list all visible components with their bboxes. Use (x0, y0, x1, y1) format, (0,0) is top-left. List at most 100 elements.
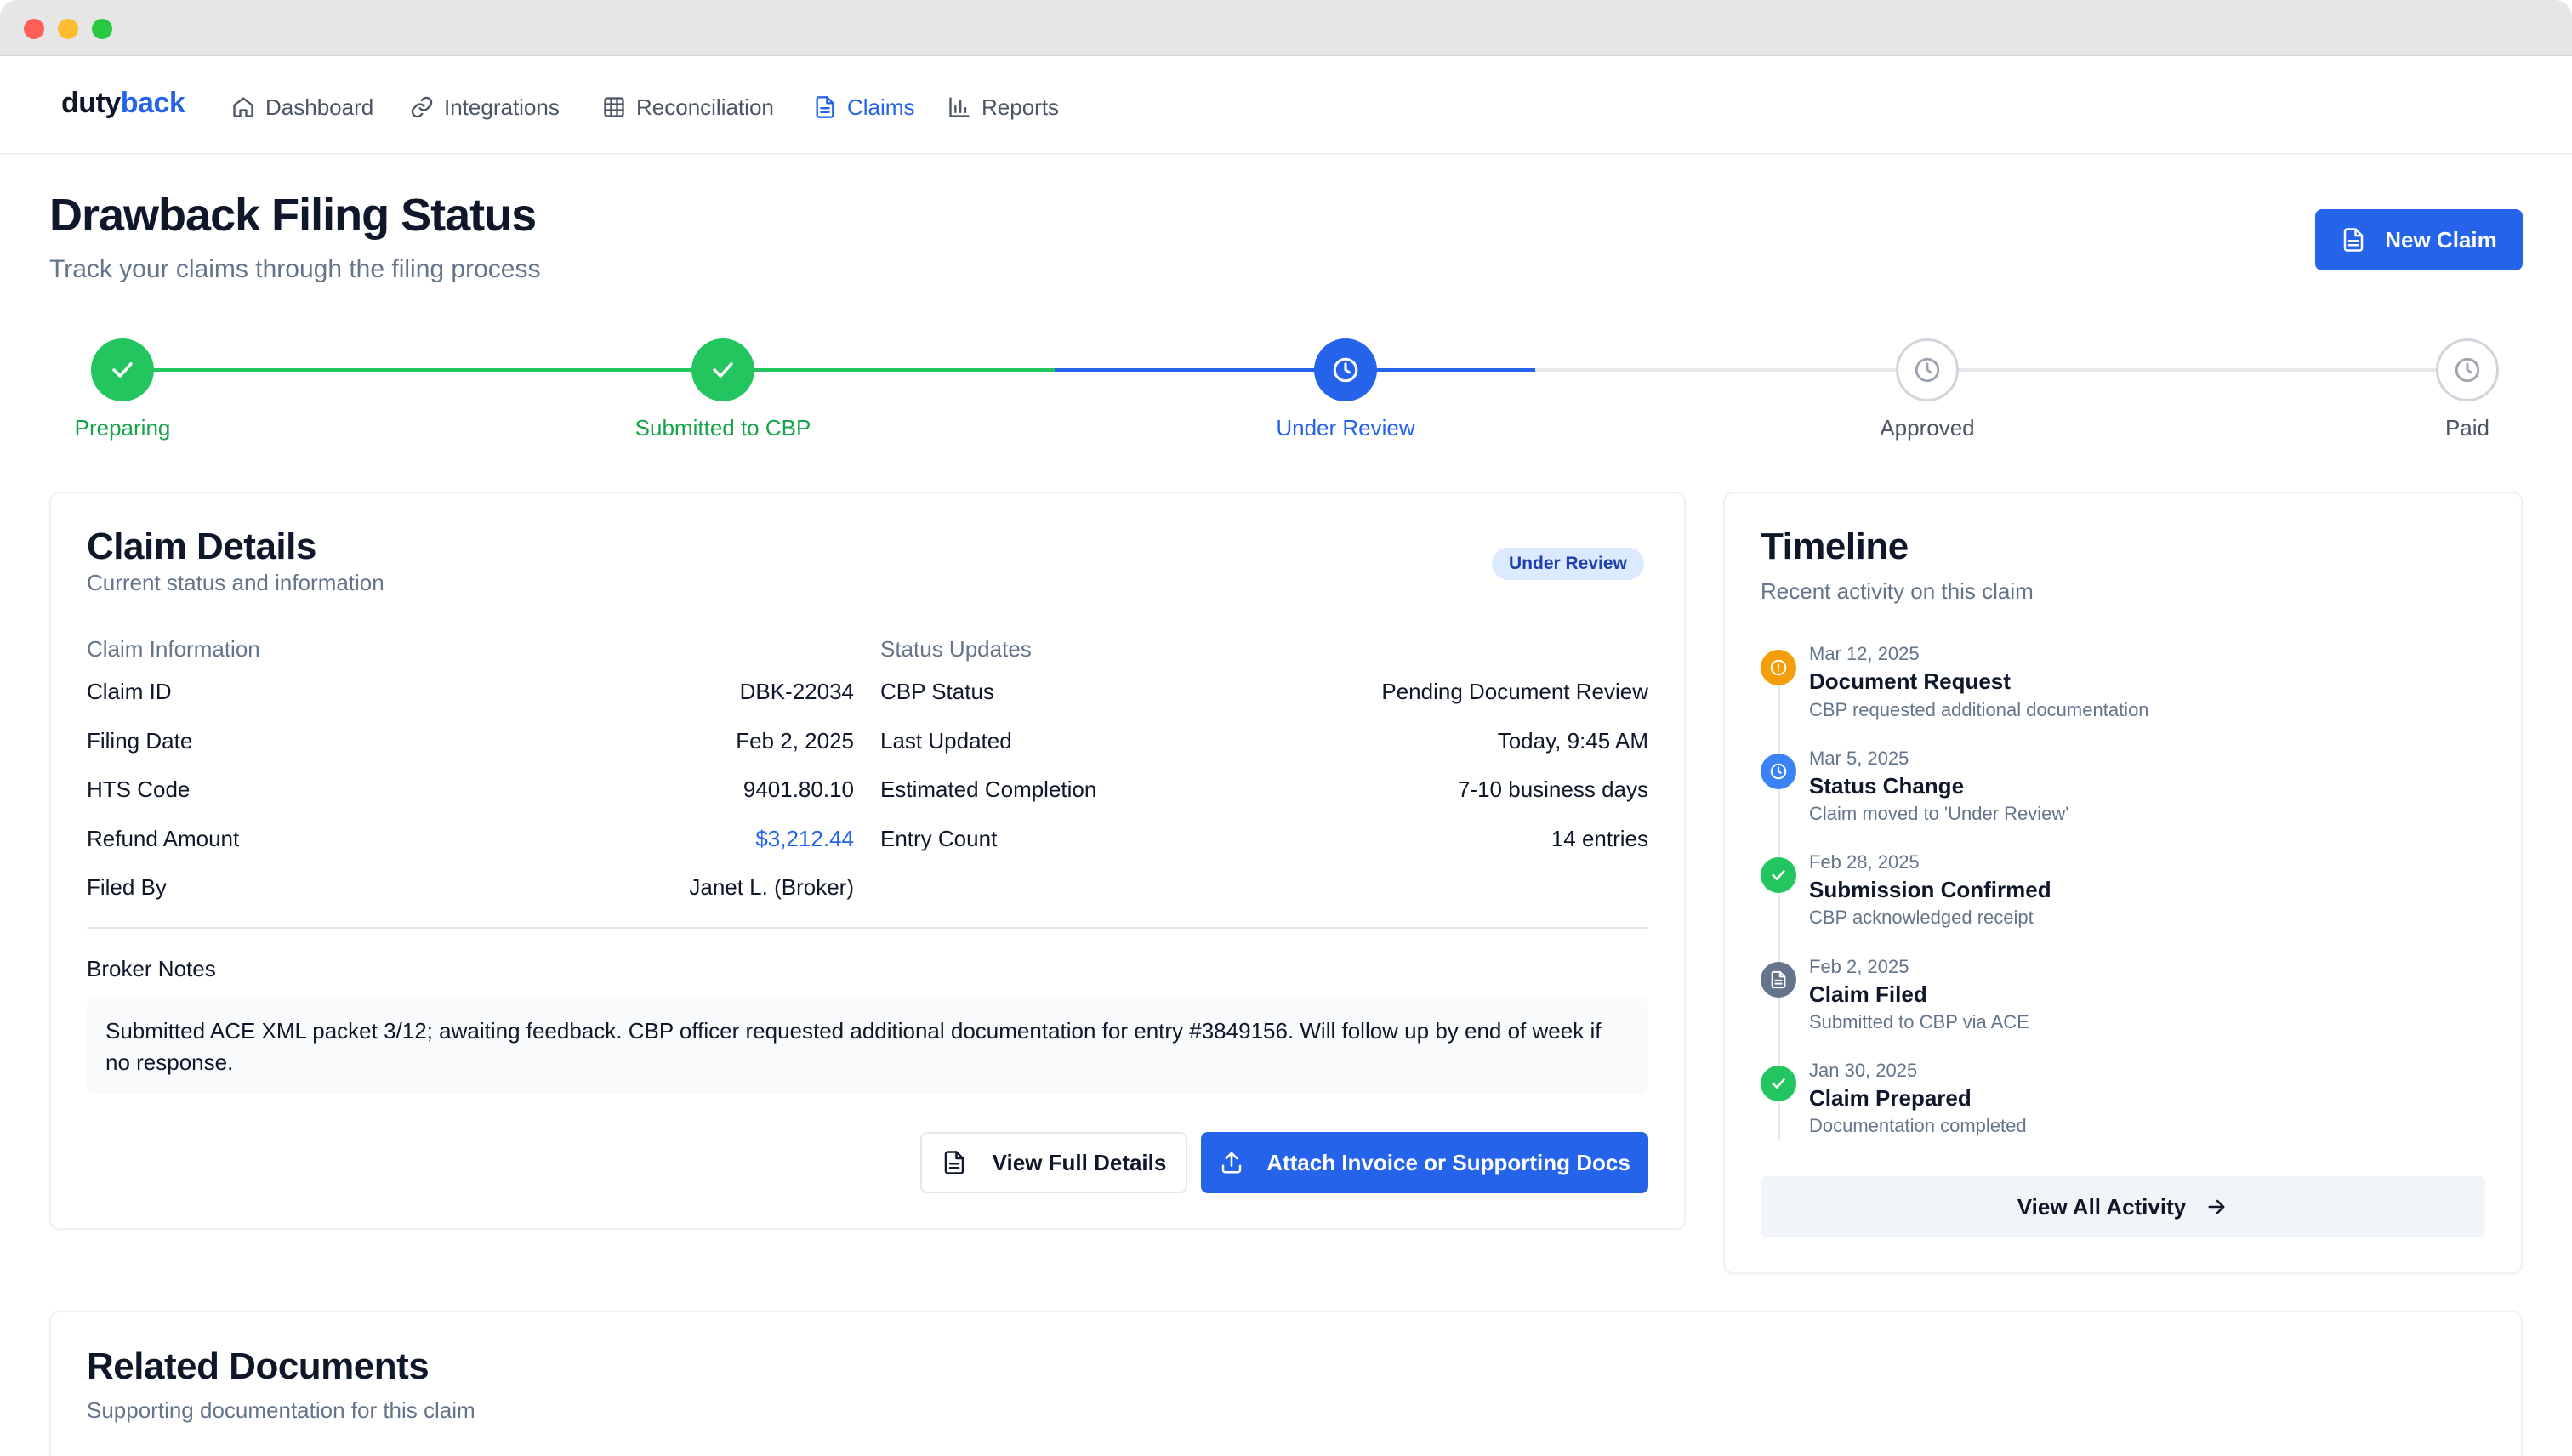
step-label-preparing: Preparing (74, 415, 171, 441)
progress-track-current (1055, 368, 1535, 372)
nav-item-dashboard[interactable]: Dashboard (231, 90, 373, 124)
app-logo[interactable]: dutyback (61, 87, 185, 120)
cbp-status-value: Pending Document Review (1381, 679, 1648, 704)
top-navigation: dutyback Dashboard Integrations Reconcil… (0, 56, 2572, 155)
claim-details-title: Claim Details (87, 526, 316, 567)
status-badge: Under Review (1492, 548, 1644, 580)
timeline-event-title: Document Request (1809, 668, 2011, 694)
nav-item-reconciliation[interactable]: Reconciliation (602, 90, 774, 124)
last-updated-label: Last Updated (880, 728, 1012, 754)
grid-icon (604, 97, 624, 117)
check-icon (713, 362, 733, 378)
filed-by-label: Filed By (87, 874, 167, 900)
step-label-approved: Approved (1880, 415, 1975, 441)
clock-icon (2455, 357, 2480, 383)
document-icon (1761, 962, 1796, 998)
cbp-status-label: CBP Status (880, 679, 994, 704)
check-icon (1761, 1066, 1796, 1101)
related-documents-title: Related Documents (87, 1345, 430, 1387)
step-under-review-circle (1314, 338, 1377, 401)
clock-icon (1333, 357, 1358, 383)
document-icon (944, 1151, 964, 1174)
related-documents-subtitle: Supporting documentation for this claim (87, 1397, 475, 1423)
nav-item-reports[interactable]: Reports (947, 90, 1059, 124)
timeline-event-title: Status Change (1809, 773, 1965, 799)
nav-item-label: Dashboard (265, 94, 374, 120)
timeline-event-title: Claim Prepared (1809, 1085, 1972, 1111)
refund-amount-value: $3,212.44 (755, 826, 854, 851)
nav-item-integrations[interactable]: Integrations (410, 90, 560, 124)
filing-date-value: Feb 2, 2025 (736, 728, 854, 754)
page-title: Drawback Filing Status (49, 190, 537, 241)
timeline-event-desc: CBP acknowledged receipt (1809, 907, 2034, 928)
step-approved-circle (1896, 338, 1959, 401)
clock-icon (1915, 357, 1940, 383)
check-icon (112, 362, 133, 378)
timeline-date: Mar 12, 2025 (1809, 643, 1920, 664)
timeline-event-title: Submission Confirmed (1809, 877, 2051, 902)
step-label-under-review: Under Review (1276, 415, 1415, 441)
bar-chart-icon (949, 97, 970, 117)
step-label-paid: Paid (2444, 415, 2490, 441)
upload-icon (1221, 1152, 1242, 1174)
broker-notes-text: Submitted ACE XML packet 3/12; awaiting … (87, 997, 1648, 1094)
view-all-activity-button[interactable]: View All Activity (1761, 1176, 2485, 1237)
entry-count-value: 14 entries (1551, 826, 1648, 851)
step-paid-circle (2436, 338, 2499, 401)
timeline-event-desc: CBP requested additional documentation (1809, 699, 2149, 720)
claim-details-subtitle: Current status and information (87, 570, 384, 595)
hts-code-label: HTS Code (87, 776, 191, 802)
nav-item-claims[interactable]: Claims (813, 90, 914, 124)
new-claim-button[interactable]: New Claim (2315, 209, 2523, 270)
page-subtitle: Track your claims through the filing pro… (49, 255, 541, 283)
claim-details-card (49, 492, 1686, 1230)
timeline-date: Mar 5, 2025 (1809, 748, 1909, 769)
alert-icon (1761, 650, 1796, 685)
timeline-event-desc: Documentation completed (1809, 1115, 2027, 1136)
timeline-event-title: Claim Filed (1809, 981, 1927, 1007)
entry-count-label: Entry Count (880, 826, 998, 851)
refund-amount-label: Refund Amount (87, 826, 240, 851)
progress-track-done (122, 368, 723, 372)
broker-notes-label: Broker Notes (87, 956, 216, 981)
timeline-date: Jan 30, 2025 (1809, 1060, 1918, 1081)
claim-id-value: DBK-22034 (739, 679, 854, 704)
progress-track-pending (1535, 368, 2467, 372)
section-divider (87, 927, 1648, 929)
view-full-details-button[interactable]: View Full Details (920, 1132, 1187, 1193)
arrow-right-icon (2208, 1199, 2225, 1214)
step-label-submitted: Submitted to CBP (634, 415, 811, 441)
progress-track-done (723, 368, 1055, 372)
home-icon (233, 97, 253, 117)
step-submitted-circle (691, 338, 754, 401)
timeline-date: Feb 2, 2025 (1809, 956, 1909, 977)
attach-docs-button[interactable]: Attach Invoice or Supporting Docs (1201, 1132, 1648, 1193)
hts-code-value: 9401.80.10 (743, 776, 854, 802)
minimize-window-button[interactable] (58, 19, 78, 39)
document-icon (2344, 228, 2364, 252)
maximize-window-button[interactable] (92, 19, 112, 39)
filing-date-label: Filing Date (87, 728, 193, 754)
close-window-button[interactable] (24, 19, 44, 39)
filed-by-value: Janet L. (Broker) (689, 874, 854, 900)
timeline-title: Timeline (1761, 526, 1909, 567)
claim-id-label: Claim ID (87, 679, 172, 704)
check-icon (1761, 857, 1796, 893)
timeline-event-desc: Submitted to CBP via ACE (1809, 1011, 2029, 1032)
nav-item-label: Integrations (444, 94, 560, 120)
nav-item-label: Claims (847, 94, 915, 120)
timeline-subtitle: Recent activity on this claim (1761, 578, 2034, 604)
link-icon (411, 96, 433, 118)
status-updates-heading: Status Updates (880, 636, 1032, 662)
nav-item-label: Reconciliation (636, 94, 774, 120)
step-preparing-circle (91, 338, 154, 401)
nav-item-label: Reports (982, 94, 1060, 120)
estimated-completion-label: Estimated Completion (880, 776, 1097, 802)
document-icon (816, 96, 834, 118)
clock-icon (1761, 754, 1796, 789)
estimated-completion-value: 7-10 business days (1457, 776, 1648, 802)
claim-information-heading: Claim Information (87, 636, 260, 662)
timeline-date: Feb 28, 2025 (1809, 851, 1920, 873)
window-titlebar (0, 0, 2572, 56)
timeline-event-desc: Claim moved to 'Under Review' (1809, 803, 2069, 824)
